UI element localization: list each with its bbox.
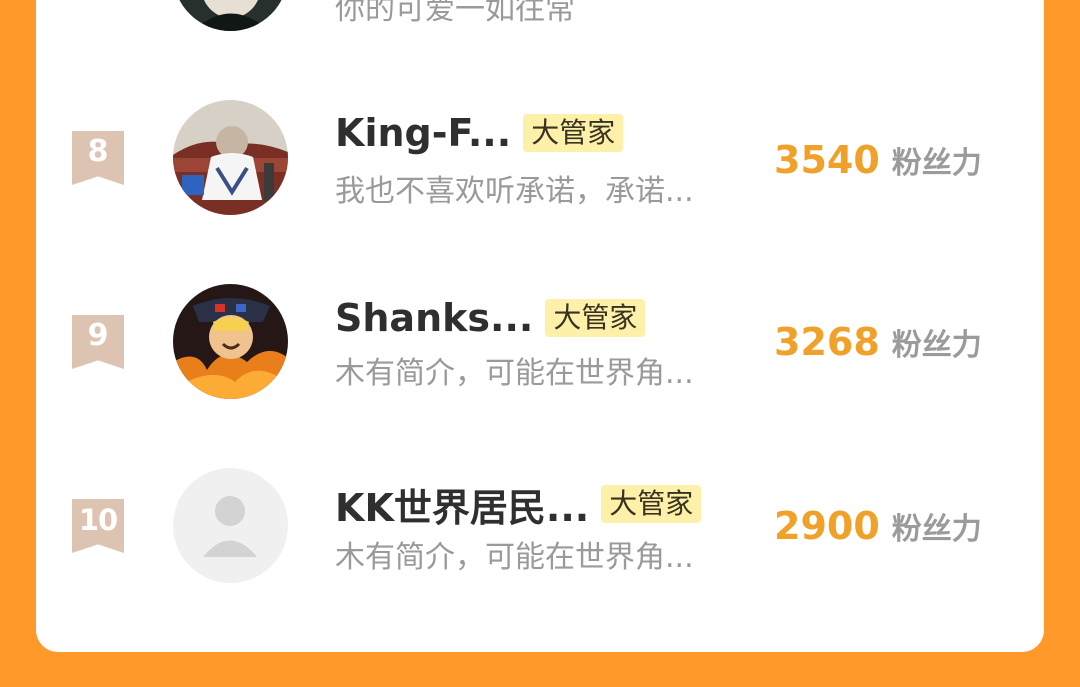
fan-score-unit: 粉丝力 (891, 328, 982, 363)
rank-ribbon-icon: 10 (72, 499, 124, 553)
ranking-row[interactable]: 8 King-F... 大管家 我也不喜欢听承诺，承诺... 3540 粉丝力 (0, 100, 1080, 240)
rank-ribbon-icon: 8 (72, 131, 124, 185)
fan-score: 3540 粉丝力 (774, 138, 982, 182)
rank-ribbon-icon: 9 (72, 315, 124, 369)
avatar-image (173, 0, 288, 31)
role-badge: 大管家 (545, 299, 646, 337)
name-line: Shanks... 大管家 (335, 292, 646, 344)
ranking-row[interactable]: 9 Shanks... 大管家 木有简介，可能在世界角... 3268 粉丝力 (0, 284, 1080, 424)
fan-score-unit: 粉丝力 (891, 146, 982, 181)
user-bio: 木有简介，可能在世界角... (335, 356, 694, 391)
ranking-row[interactable]: 10 KK世界居民... 大管家 木有简介，可能在世界角... 2900 粉丝力 (0, 468, 1080, 608)
avatar[interactable] (173, 468, 288, 583)
user-bio: 你的可爱一如往常 (335, 0, 575, 27)
avatar-image (173, 100, 288, 215)
fan-score: 3268 粉丝力 (774, 320, 982, 364)
user-bio: 我也不喜欢听承诺，承诺... (335, 174, 694, 209)
avatar (173, 0, 288, 31)
fan-score-value: 2900 (774, 504, 880, 548)
avatar[interactable] (173, 100, 288, 215)
fan-score-value: 3268 (774, 320, 880, 364)
fan-score-unit: 粉丝力 (891, 512, 982, 547)
avatar-image (173, 284, 288, 399)
role-badge: 大管家 (601, 485, 702, 523)
default-avatar-icon (173, 468, 288, 583)
fan-score: 2900 粉丝力 (774, 504, 982, 548)
user-bio: 木有简介，可能在世界角... (335, 540, 694, 575)
role-badge: 大管家 (523, 114, 624, 152)
fan-score-value: 3540 (774, 138, 880, 182)
ranking-row-partial[interactable]: 你的可爱一如往常 (0, 0, 1080, 84)
user-name[interactable]: KK世界居民... (335, 477, 589, 532)
user-name[interactable]: King-F... (335, 111, 511, 155)
user-name[interactable]: Shanks... (335, 296, 533, 340)
name-line: KK世界居民... 大管家 (335, 477, 702, 532)
name-line: King-F... 大管家 (335, 107, 624, 159)
avatar[interactable] (173, 284, 288, 399)
